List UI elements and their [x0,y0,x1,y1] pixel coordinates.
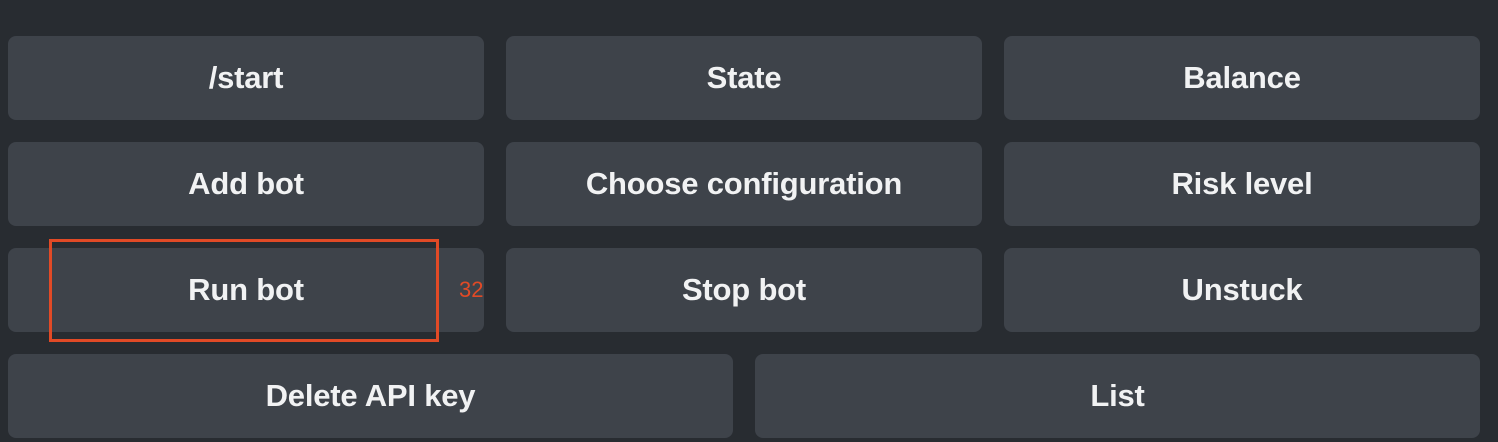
keyboard-row-1: /start State Balance [8,36,1480,120]
list-button[interactable]: List [755,354,1480,438]
reply-keyboard: /start State Balance Add bot Choose conf… [0,0,1498,442]
run-bot-button[interactable]: Run bot [8,248,484,332]
unstuck-button[interactable]: Unstuck [1004,248,1480,332]
keyboard-row-2: Add bot Choose configuration Risk level [8,142,1480,226]
delete-api-key-button[interactable]: Delete API key [8,354,733,438]
balance-button[interactable]: Balance [1004,36,1480,120]
stop-bot-button[interactable]: Stop bot [506,248,982,332]
start-button[interactable]: /start [8,36,484,120]
state-button[interactable]: State [506,36,982,120]
keyboard-row-3: Run bot Stop bot Unstuck [8,248,1480,332]
add-bot-button[interactable]: Add bot [8,142,484,226]
keyboard-row-4: Delete API key List [8,354,1480,438]
risk-level-button[interactable]: Risk level [1004,142,1480,226]
choose-configuration-button[interactable]: Choose configuration [506,142,982,226]
